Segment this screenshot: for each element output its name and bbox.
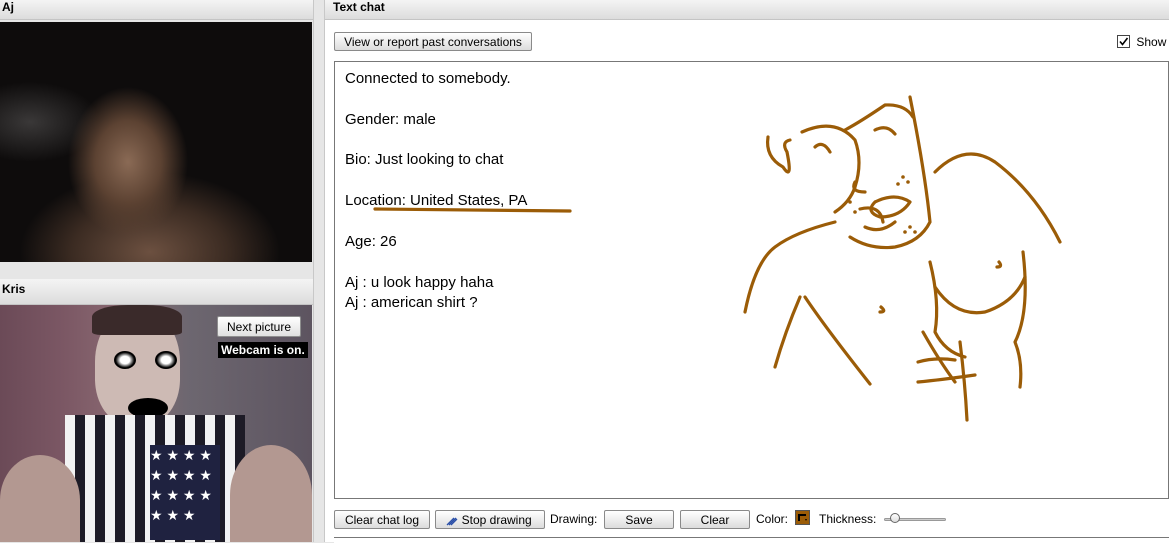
stop-drawing-button[interactable]: Stop drawing [435, 510, 545, 529]
drawing-stroke [933, 275, 1027, 315]
text-chat-title-bar: Text chat [325, 0, 1169, 20]
drawing-dot [896, 182, 900, 186]
drawing-stroke [800, 124, 861, 214]
hair-shape [92, 305, 182, 335]
arm-shape [230, 445, 312, 542]
clear-chat-log-button[interactable]: Clear chat log [334, 510, 430, 529]
show-label: Show [1136, 34, 1167, 49]
drawing-dot [903, 230, 907, 234]
drawing-stroke [863, 220, 897, 232]
stop-drawing-label: Stop drawing [461, 512, 532, 527]
checkmark-icon[interactable] [1117, 35, 1130, 49]
drawing-dot [913, 230, 917, 234]
drawing-stroke [843, 103, 915, 132]
thickness-label: Thickness: [819, 512, 877, 526]
text-chat-title: Text chat [333, 0, 385, 14]
drawing-label: Drawing: [550, 512, 598, 526]
drawing-stroke [773, 295, 802, 369]
next-picture-button[interactable]: Next picture [217, 316, 301, 337]
drawing-stroke [933, 152, 1062, 244]
view-report-conversations-button[interactable]: View or report past conversations [334, 32, 532, 51]
eye-left [114, 351, 136, 369]
aj-webcam-video [0, 22, 312, 262]
thickness-slider[interactable] [884, 513, 946, 525]
save-drawing-button[interactable]: Save [604, 510, 674, 529]
drawing-dot [906, 180, 910, 184]
drawing-stroke [869, 195, 912, 219]
drawing-stroke [803, 295, 872, 386]
drawing-stroke [878, 305, 886, 314]
drawing-stroke [813, 142, 832, 154]
aj-panel-title: Aj [0, 0, 313, 20]
chat-input-edge [334, 537, 1169, 543]
drawing-stroke [916, 357, 957, 364]
drawing-dot [848, 200, 852, 204]
column-divider [313, 0, 325, 542]
color-swatch-icon[interactable] [795, 510, 810, 525]
drawing-stroke [958, 340, 969, 422]
drawing-stroke [1013, 250, 1027, 389]
arm-shape [0, 455, 80, 542]
drawing-stroke [995, 260, 1003, 269]
drawing-stroke [765, 135, 792, 174]
color-label: Color: [756, 512, 789, 526]
aj-name: Aj [2, 0, 14, 14]
drawing-stroke [916, 373, 977, 384]
shirt-stars: ★ ★ ★ ★ ★ ★ ★ ★ ★ ★ ★ ★ ★ ★ ★ [150, 445, 220, 540]
drawing-dot [853, 210, 857, 214]
webcam-status-label: Webcam is on. [218, 342, 308, 358]
pen-icon [446, 515, 458, 526]
drawing-stroke [373, 207, 572, 213]
show-checkbox-group[interactable]: Show [1117, 34, 1166, 50]
kris-name: Kris [2, 282, 26, 296]
chat-log-area[interactable]: Connected to somebody. Gender: male Bio:… [334, 61, 1169, 499]
eye-right [155, 351, 177, 369]
drawing-stroke [743, 220, 837, 314]
drawing-dot [908, 225, 912, 229]
drawing-stroke [873, 126, 897, 136]
clear-drawing-button[interactable]: Clear [680, 510, 750, 529]
drawing-canvas[interactable] [335, 62, 1168, 498]
slider-thumb[interactable] [890, 513, 900, 523]
drawing-dot [901, 175, 905, 179]
kris-panel-title: Kris [0, 279, 313, 305]
kris-webcam-video: ★ ★ ★ ★ ★ ★ ★ ★ ★ ★ ★ ★ ★ ★ ★ Next pictu… [0, 305, 312, 542]
